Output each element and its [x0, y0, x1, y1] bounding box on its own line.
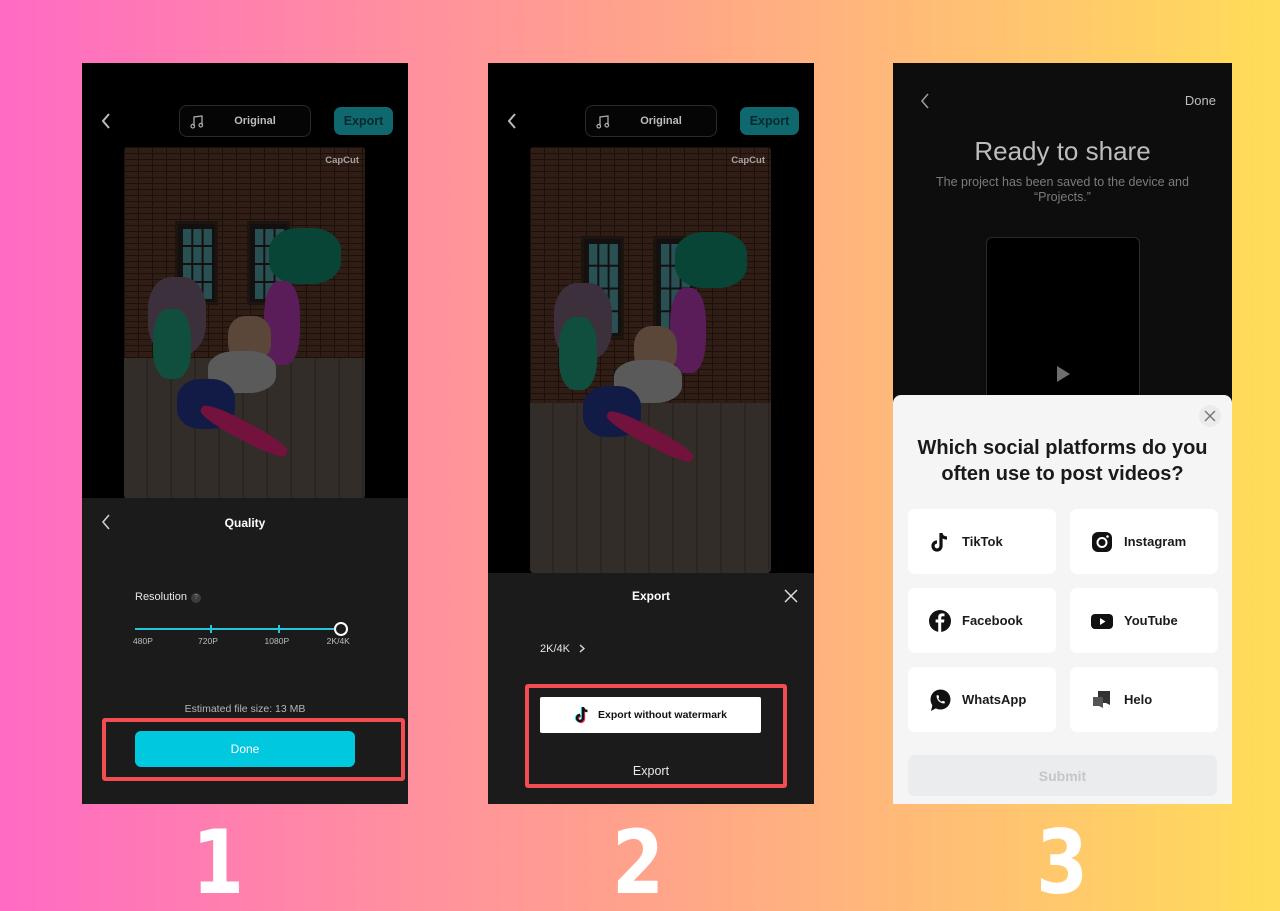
submit-button[interactable]: Submit	[908, 755, 1217, 796]
back-button[interactable]	[504, 111, 520, 131]
help-icon[interactable]: ?	[190, 593, 201, 603]
chevron-left-icon	[507, 113, 516, 129]
helo-icon	[1093, 690, 1110, 708]
close-button[interactable]	[784, 589, 798, 603]
export-button[interactable]: Export	[740, 107, 799, 135]
export-button[interactable]: Export	[334, 107, 393, 135]
screen-export: Original Export CapCut Export 2K/4K Expo…	[488, 63, 814, 804]
chevron-left-icon	[101, 113, 110, 129]
page-subtitle: The project has been saved to the device…	[936, 175, 1189, 204]
quality-sheet: Quality Resolution? 480P 720P 1080P 2K/4…	[82, 498, 408, 804]
resolution-option[interactable]: 480P	[133, 636, 153, 646]
step-number: 1	[191, 811, 245, 911]
capcut-watermark: CapCut	[325, 155, 359, 166]
tiktok-icon	[931, 532, 948, 552]
resolution-label: Resolution?	[135, 591, 201, 603]
video-thumbnail[interactable]	[986, 237, 1140, 407]
screen-share: Done Ready to share The project has been…	[893, 63, 1232, 804]
play-icon[interactable]	[1057, 366, 1070, 382]
platform-option-helo[interactable]: Helo	[1070, 667, 1218, 732]
chevron-right-icon	[579, 644, 586, 653]
platform-option-youtube[interactable]: YouTube	[1070, 588, 1218, 653]
done-button[interactable]: Done	[135, 731, 355, 767]
resolution-option[interactable]: 2K/4K	[327, 636, 350, 646]
screen-quality: Original Export CapCut Quality Resolutio…	[82, 63, 408, 804]
platform-option-tiktok[interactable]: TikTok	[908, 509, 1056, 574]
step-number: 2	[611, 811, 665, 911]
export-option[interactable]: Export	[488, 764, 814, 778]
capcut-watermark: CapCut	[731, 155, 765, 166]
platform-option-whatsapp[interactable]: WhatsApp	[908, 667, 1056, 732]
back-button[interactable]	[98, 111, 114, 131]
export-without-watermark-button[interactable]: Export without watermark	[540, 697, 761, 733]
instagram-icon	[1092, 531, 1112, 552]
youtube-icon	[1091, 613, 1113, 629]
sheet-title: Quality	[224, 516, 266, 530]
back-button[interactable]	[919, 92, 931, 110]
slider-thumb[interactable]	[334, 622, 348, 636]
close-icon	[784, 589, 798, 603]
video-preview[interactable]: CapCut	[124, 147, 365, 499]
audio-selector[interactable]: Original	[585, 105, 717, 137]
done-button[interactable]: Done	[1185, 93, 1216, 108]
chevron-left-icon	[920, 93, 929, 109]
close-button[interactable]	[1199, 405, 1221, 427]
export-sheet: Export 2K/4K Export without watermark Ex…	[488, 573, 814, 804]
audio-selector[interactable]: Original	[179, 105, 311, 137]
tiktok-icon	[574, 706, 588, 724]
facebook-icon	[929, 609, 951, 632]
step-number: 3	[1035, 811, 1089, 911]
resolution-option[interactable]: 720P	[198, 636, 218, 646]
platform-option-facebook[interactable]: Facebook	[908, 588, 1056, 653]
resolution-options: 480P 720P 1080P 2K/4K	[133, 636, 365, 648]
resolution-slider[interactable]	[135, 622, 348, 636]
slider-tick	[210, 625, 212, 633]
quality-selector[interactable]: 2K/4K	[540, 643, 586, 655]
audio-label: Original	[640, 115, 682, 127]
resolution-option[interactable]: 1080P	[265, 636, 290, 646]
close-icon	[1204, 410, 1216, 422]
platform-option-instagram[interactable]: Instagram	[1070, 509, 1218, 574]
sheet-title: Export	[631, 589, 670, 603]
video-preview[interactable]: CapCut	[530, 147, 771, 573]
audio-label: Original	[234, 115, 276, 127]
page-title: Ready to share	[974, 136, 1151, 166]
estimated-file-size: Estimated file size: 13 MB	[184, 703, 306, 715]
survey-sheet: Which social platforms do you often use …	[893, 395, 1232, 804]
whatsapp-icon	[930, 689, 951, 711]
slider-tick	[278, 625, 280, 633]
survey-question: Which social platforms do you often use …	[917, 437, 1208, 485]
